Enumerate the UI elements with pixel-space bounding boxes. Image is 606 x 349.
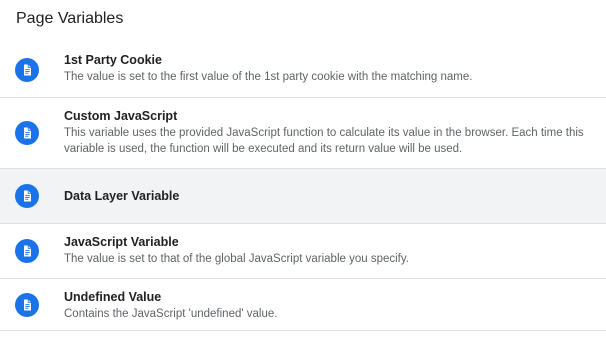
item-name: Undefined Value — [64, 290, 162, 304]
document-icon — [15, 57, 39, 82]
list-item-data-layer-variable[interactable]: Data Layer Variable — [0, 169, 606, 224]
list-item-javascript-variable[interactable]: JavaScript Variable The value is set to … — [0, 224, 606, 279]
document-icon — [15, 121, 39, 145]
document-icon — [15, 239, 39, 263]
section-title: Page Variables — [16, 10, 124, 27]
document-icon — [15, 184, 39, 208]
variable-type-list: 1st Party Cookie The value is set to the… — [0, 42, 606, 331]
list-item-1st-party-cookie[interactable]: 1st Party Cookie The value is set to the… — [0, 42, 606, 98]
item-name: JavaScript Variable — [64, 235, 179, 249]
item-description: Contains the JavaScript 'undefined' valu… — [64, 308, 278, 320]
item-description: The value is set to the first value of t… — [64, 71, 473, 83]
document-icon — [15, 292, 39, 317]
item-name: Custom JavaScript — [64, 109, 178, 123]
item-name: 1st Party Cookie — [64, 53, 162, 67]
item-name: Data Layer Variable — [64, 189, 180, 203]
item-description: This variable uses the provided JavaScri… — [64, 127, 584, 155]
list-item-undefined-value[interactable]: Undefined Value Contains the JavaScript … — [0, 279, 606, 331]
item-description: The value is set to that of the global J… — [64, 253, 409, 265]
list-item-custom-javascript[interactable]: Custom JavaScript This variable uses the… — [0, 98, 606, 169]
